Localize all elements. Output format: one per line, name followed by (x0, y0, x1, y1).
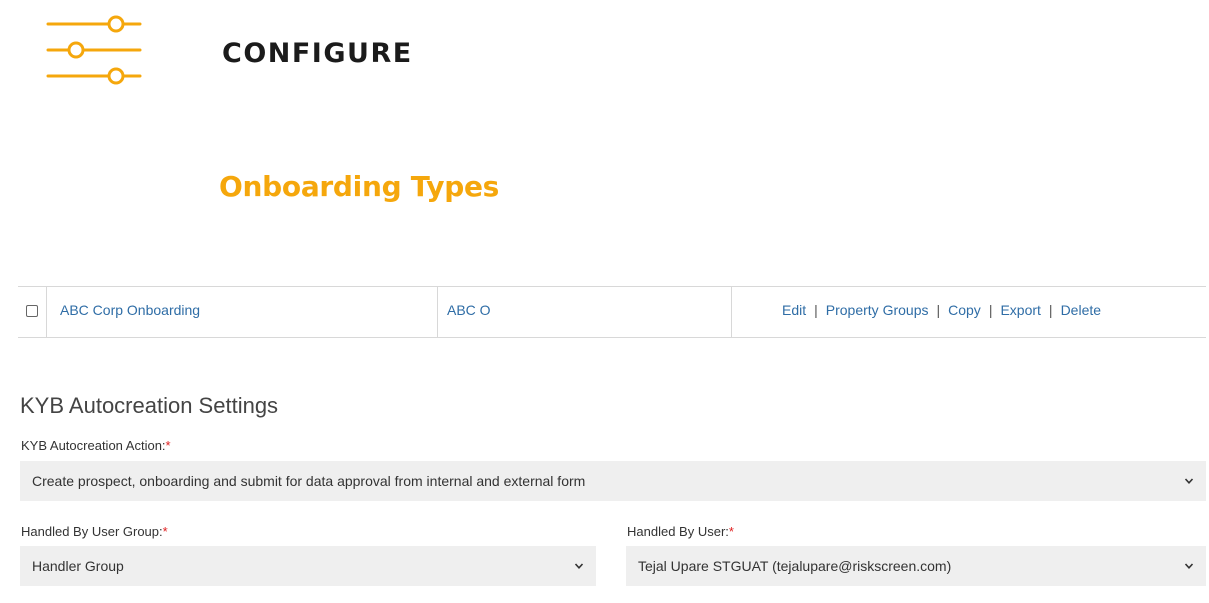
action-separator: | (814, 302, 818, 318)
required-mark: * (162, 524, 168, 539)
property-groups-link[interactable]: Property Groups (826, 302, 929, 318)
action-separator: | (988, 302, 993, 318)
user-group-selected-value: Handler Group (32, 558, 124, 574)
action-separator: | (936, 302, 941, 318)
column-divider (437, 286, 438, 338)
page-title: Onboarding Types (219, 170, 500, 203)
handled-by-user-select[interactable]: Tejal Upare STGUAT (tejalupare@riskscree… (626, 546, 1206, 586)
table-border-top (18, 286, 1206, 287)
kyb-action-select[interactable]: Create prospect, onboarding and submit f… (20, 461, 1206, 501)
row-select-checkbox[interactable] (26, 305, 38, 317)
row-actions: Edit | Property Groups | Copy | Export | Delete (782, 302, 1101, 318)
handled-by-user-label: Handled By User:* (627, 524, 734, 539)
user-group-label: Handled By User Group:* (21, 524, 168, 539)
user-group-label-text: Handled By User Group: (21, 524, 163, 539)
user-group-select[interactable]: Handler Group (20, 546, 596, 586)
sliders-icon (46, 15, 142, 85)
kyb-section-title: KYB Autocreation Settings (20, 393, 279, 418)
required-mark: * (165, 438, 171, 453)
kyb-action-label: KYB Autocreation Action:* (21, 438, 171, 453)
onboarding-type-code-link[interactable]: ABC O (447, 302, 491, 318)
onboarding-types-table: ABC Corp Onboarding ABC O Edit | Property … (18, 286, 1206, 338)
chevron-down-icon (1184, 478, 1194, 484)
chevron-down-icon (1184, 563, 1194, 569)
action-separator: | (1048, 302, 1053, 318)
table-border-bottom (18, 337, 1206, 338)
required-mark: * (728, 524, 734, 539)
edit-link[interactable]: Edit (782, 302, 806, 318)
column-divider (731, 286, 732, 338)
onboarding-type-name-link[interactable]: ABC Corp Onboarding (60, 302, 200, 318)
kyb-action-label-text: KYB Autocreation Action: (21, 438, 166, 453)
copy-link[interactable]: Copy (948, 302, 981, 318)
app-title: CONFIGURE (222, 38, 413, 69)
column-divider (46, 286, 47, 338)
delete-link[interactable]: Delete (1061, 302, 1101, 318)
kyb-action-selected-value: Create prospect, onboarding and submit f… (32, 473, 586, 489)
handled-by-user-selected-value: Tejal Upare STGUAT (tejalupare@riskscree… (638, 558, 952, 574)
chevron-down-icon (574, 563, 584, 569)
handled-by-user-label-text: Handled By User: (627, 524, 729, 539)
export-link[interactable]: Export (1000, 302, 1040, 318)
